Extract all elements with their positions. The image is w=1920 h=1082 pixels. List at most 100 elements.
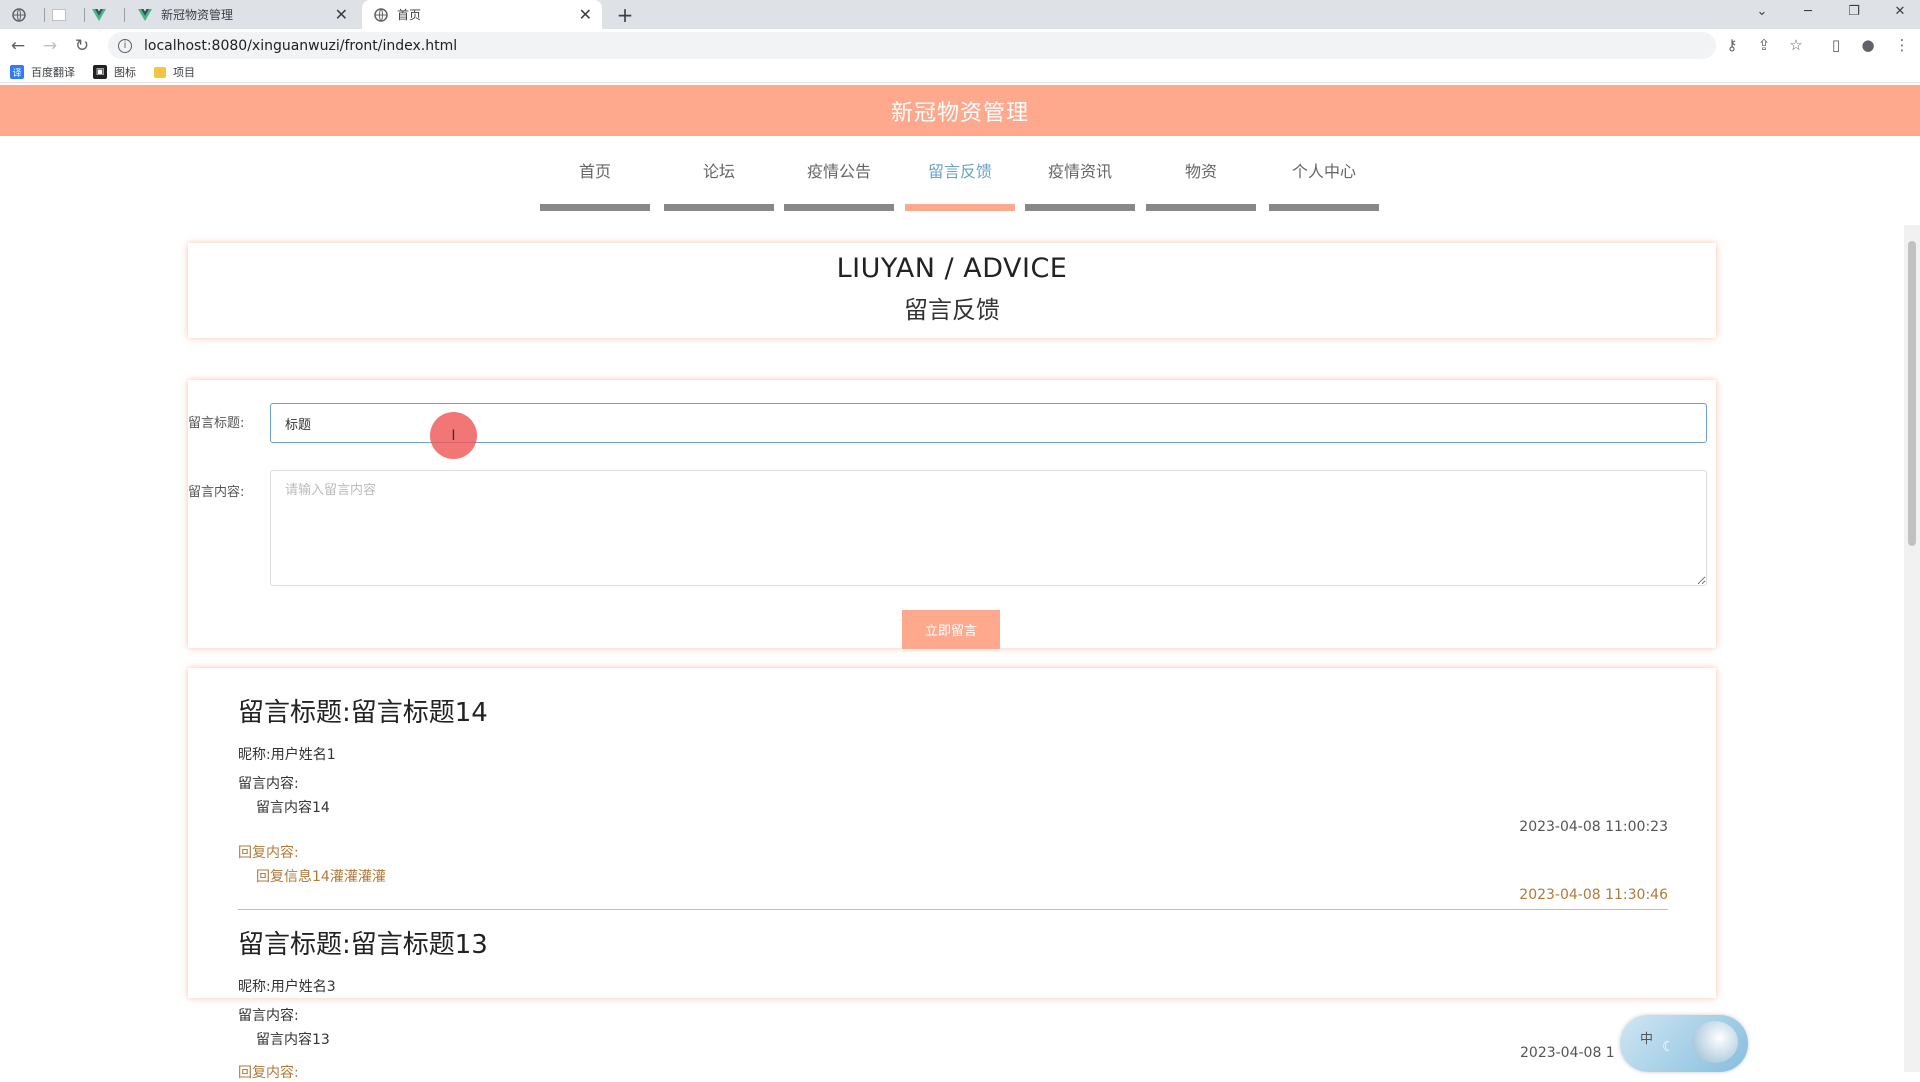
message-content: 留言内容13 [256, 1032, 330, 1048]
nav-underline-home [540, 204, 650, 211]
section-title-zh: 留言反馈 [904, 296, 1000, 324]
browser-tab-pinned-2[interactable] [48, 0, 78, 29]
page-scrollbar[interactable] [1904, 225, 1920, 1072]
nav-underline-supplies [1146, 204, 1256, 211]
bookmark-star-icon[interactable]: ☆ [1786, 36, 1806, 54]
restore-icon[interactable]: ❐ [1836, 0, 1872, 22]
moon-icon: ☾ [1662, 1039, 1675, 1055]
browser-tab-pinned-1[interactable] [8, 0, 38, 29]
new-tab-plus-icon[interactable]: + [612, 0, 638, 29]
url-text: localhost:8080/xinguanwuzi/front/index.h… [144, 37, 458, 54]
reload-icon[interactable]: ↻ [66, 36, 98, 56]
vue-logo-icon [138, 8, 152, 22]
reply-label: 回复内容: [238, 1065, 299, 1081]
close-icon[interactable]: ✕ [335, 5, 348, 24]
cursor-highlight: I [430, 412, 477, 459]
nav-item-news[interactable]: 疫情资讯 [1025, 136, 1135, 182]
globe-icon [374, 7, 388, 22]
nav-item-announcements[interactable]: 疫情公告 [784, 136, 894, 182]
message-list-card: 留言标题:留言标题14 昵称:用户姓名1 留言内容: 留言内容14 2023-0… [188, 668, 1716, 1048]
nav-item-label: 留言反馈 [927, 162, 992, 181]
blank-page-icon [51, 8, 66, 22]
more-menu-icon[interactable]: ⋮ [1892, 36, 1912, 54]
browser-tab-pinned-3[interactable] [88, 0, 118, 29]
browser-toolbar: ← → ↻ i localhost:8080/xinguanwuzi/front… [0, 29, 1920, 62]
text-cursor-icon: I [451, 427, 456, 444]
translate-icon: 译 [10, 65, 24, 79]
nav-item-supplies[interactable]: 物资 [1146, 136, 1256, 182]
nav-item-feedback[interactable]: 留言反馈 [905, 136, 1015, 182]
message-nickname: 昵称:用户姓名3 [238, 979, 336, 995]
side-panel-icon[interactable]: ▯ [1826, 36, 1846, 54]
forward-arrow-icon[interactable]: → [34, 36, 66, 56]
message-content-label: 留言内容: [238, 776, 299, 792]
nav-underline-profile [1269, 204, 1379, 211]
bookmark-label: 百度翻译 [31, 66, 75, 79]
back-arrow-icon[interactable]: ← [2, 36, 34, 56]
browser-tab-strip: 新冠物资管理 ✕ 首页 ✕ + ⌄ ─ ❐ ✕ [0, 0, 1920, 29]
key-icon[interactable]: ⚷ [1722, 36, 1742, 54]
profile-avatar-icon[interactable]: ● [1858, 36, 1878, 54]
message-title: 留言标题:留言标题14 [238, 698, 488, 728]
tab-separator [124, 8, 125, 22]
message-content: 留言内容14 [256, 800, 330, 816]
title-input[interactable] [270, 403, 1707, 443]
nav-item-profile[interactable]: 个人中心 [1269, 136, 1379, 182]
nav-item-label: 疫情资讯 [1047, 162, 1112, 181]
bookmark-project-folder[interactable]: 项目 [154, 64, 195, 80]
tab-title: 首页 [397, 8, 422, 22]
tab-separator [44, 8, 45, 22]
message-nickname: 昵称:用户姓名1 [238, 747, 336, 763]
message-content-label: 留言内容: [238, 1008, 299, 1024]
message-title: 留言标题:留言标题13 [238, 930, 488, 960]
tab-search-chevron-icon[interactable]: ⌄ [1744, 0, 1780, 22]
submit-feedback-button[interactable]: 立即留言 [902, 610, 1000, 649]
bookmark-label: 项目 [173, 66, 195, 79]
globe-icon [11, 7, 26, 22]
browser-tab-active[interactable]: 首页 ✕ [362, 0, 602, 29]
list-item: 留言标题:留言标题13 昵称:用户姓名3 留言内容: 留言内容13 [238, 924, 1668, 1048]
reply-label: 回复内容: [238, 845, 299, 861]
mascot-icon [1692, 1021, 1738, 1063]
nav-item-label: 首页 [578, 162, 611, 181]
bookmark-baidu-translate[interactable]: 译 百度翻译 [10, 64, 75, 80]
reply-time: 2023-04-08 11:30:46 [1519, 887, 1668, 903]
message-time: 2023-04-08 11:00:23 [1519, 819, 1668, 835]
bookmarks-bar: 译 百度翻译 ▣ 图标 项目 [0, 62, 1920, 83]
site-title: 新冠物资管理 [890, 100, 1029, 126]
section-title-en: LIUYAN / ADVICE [836, 253, 1068, 284]
nav-item-label: 论坛 [702, 162, 735, 181]
scrollbar-thumb[interactable] [1908, 241, 1916, 546]
site-header: 新冠物资管理 [0, 85, 1920, 136]
bookmark-label: 图标 [114, 66, 136, 79]
nav-item-home[interactable]: 首页 [540, 136, 650, 182]
close-window-icon[interactable]: ✕ [1882, 0, 1918, 22]
message-time: 2023-04-08 1 [1520, 1045, 1615, 1061]
nav-item-forum[interactable]: 论坛 [664, 136, 774, 182]
list-item: 留言标题:留言标题14 昵称:用户姓名1 留言内容: 留言内容14 2023-0… [238, 692, 1668, 922]
minimize-icon[interactable]: ─ [1790, 0, 1826, 22]
vue-logo-icon [91, 8, 106, 22]
folder-icon [154, 66, 166, 78]
close-icon[interactable]: ✕ [579, 5, 592, 24]
image-icon: ▣ [93, 65, 107, 79]
feedback-form-card: 留言标题: 留言内容: 立即留言 [188, 380, 1716, 649]
share-icon[interactable]: ⇪ [1754, 36, 1774, 54]
nav-underline-feedback-active [905, 204, 1015, 211]
tab-title: 新冠物资管理 [161, 8, 234, 22]
nav-item-label: 物资 [1184, 162, 1217, 181]
content-textarea[interactable] [270, 470, 1707, 586]
nav-underline-forum [664, 204, 774, 211]
ime-floating-widget[interactable]: 中 ☾ [1620, 1015, 1748, 1072]
address-bar[interactable]: i localhost:8080/xinguanwuzi/front/index… [108, 32, 1716, 59]
main-nav: 首页 论坛 疫情公告 留言反馈 疫情资讯 物资 个人中心 [0, 136, 1920, 206]
title-field-label: 留言标题: [188, 416, 245, 431]
nav-item-label: 疫情公告 [806, 162, 871, 181]
browser-tab-admin[interactable]: 新冠物资管理 ✕ [126, 0, 358, 29]
nav-underline-news [1025, 204, 1135, 211]
reply-content: 回复信息14灌灌灌灌 [256, 869, 386, 885]
nav-item-label: 个人中心 [1291, 162, 1356, 181]
section-title-card: LIUYAN / ADVICE 留言反馈 [188, 243, 1716, 338]
bookmark-icons[interactable]: ▣ 图标 [93, 64, 136, 80]
site-info-icon[interactable]: i [118, 38, 132, 53]
